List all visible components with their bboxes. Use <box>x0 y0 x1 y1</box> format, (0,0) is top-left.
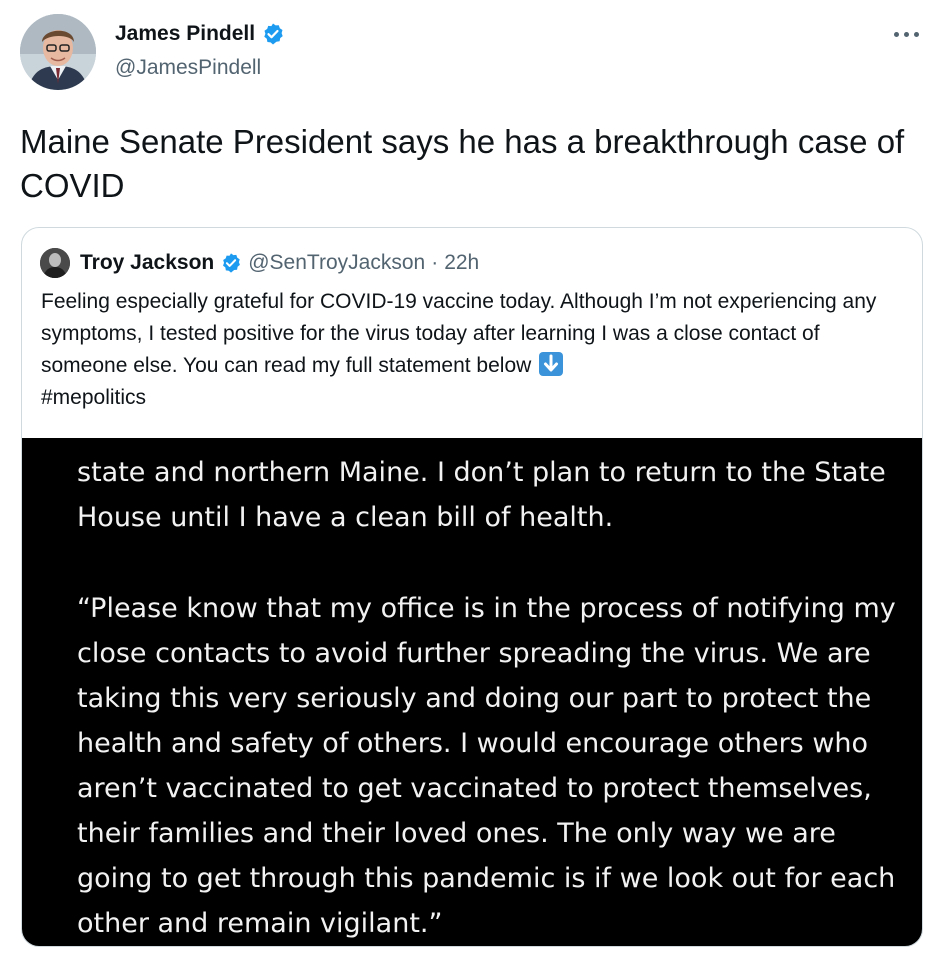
image-text-line: close contacts to avoid further spreadin… <box>77 638 871 669</box>
statement-image[interactable]: state and northern Maine. I don’t plan t… <box>22 438 922 946</box>
quoted-author-name[interactable]: Troy Jackson <box>80 251 214 275</box>
image-text-line: other and remain vigilant.” <box>77 908 443 939</box>
author-name[interactable]: James Pindell <box>115 22 255 46</box>
image-text-line: their families and their loved ones. The… <box>77 818 836 849</box>
verified-badge-icon <box>264 23 283 45</box>
hashtag-link[interactable]: #mepolitics <box>41 386 146 409</box>
avatar[interactable] <box>20 14 96 90</box>
more-options-icon[interactable] <box>894 24 920 44</box>
verified-badge-icon <box>223 253 241 273</box>
down-arrow-emoji-icon <box>539 352 564 376</box>
quoted-timestamp[interactable]: 22h <box>444 251 479 275</box>
quoted-avatar[interactable] <box>40 248 70 278</box>
author-name-row[interactable]: James Pindell <box>115 22 285 46</box>
quoted-author-handle[interactable]: @SenTroyJackson <box>248 251 425 275</box>
quoted-author-photo <box>40 248 70 278</box>
tweet-text: Maine Senate President says he has a bre… <box>20 123 905 204</box>
image-text-line: taking this very seriously and doing our… <box>77 683 872 714</box>
quoted-tweet-header: Troy Jackson @SenTroyJackson · 22h <box>40 248 479 278</box>
image-text-line: aren’t vaccinated to get vaccinated to p… <box>77 773 872 804</box>
quoted-tweet-text: Feeling especially grateful for COVID-19… <box>41 286 903 414</box>
image-text-line: going to get through this pandemic is if… <box>77 863 896 894</box>
tweet: James Pindell @JamesPindell Maine Senate… <box>0 0 944 968</box>
quoted-tweet[interactable]: Troy Jackson @SenTroyJackson · 22h Feeli… <box>21 227 923 947</box>
author-photo <box>20 14 96 90</box>
image-text-line: House until I have a clean bill of healt… <box>77 502 614 533</box>
author-handle[interactable]: @JamesPindell <box>115 56 261 80</box>
image-text-line: health and safety of others. I would enc… <box>77 728 869 759</box>
image-text-line: state and northern Maine. I don’t plan t… <box>77 457 886 488</box>
separator-dot: · <box>431 251 439 274</box>
quoted-text-body: Feeling especially grateful for COVID-19… <box>41 290 877 377</box>
image-text-line: “Please know that my office is in the pr… <box>77 593 896 624</box>
